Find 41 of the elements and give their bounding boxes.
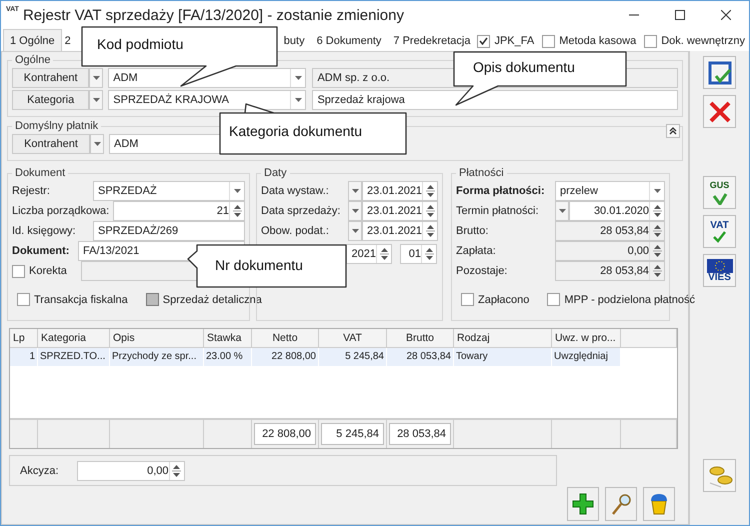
field-label: Pozostaje: (456, 265, 508, 277)
field-label: Data wystaw.: (261, 185, 330, 197)
group-title: Domyślny płatnik (14, 120, 100, 132)
checkbox-label: JPK_FA (494, 35, 534, 47)
field-label: Termin płatności: (456, 205, 540, 217)
checkbox-label: Transakcja fiskalna (34, 294, 128, 306)
total-field: 28 053,84 (389, 423, 451, 445)
checkbox-label: Zapłacono (478, 294, 530, 306)
field-label: Rejestr: (12, 185, 51, 197)
field-label: Obow. podat.: (261, 225, 330, 237)
callout-text: Opis dokumentu (473, 59, 575, 75)
field-label: Zapłata: (456, 245, 497, 257)
table-cell: Towary (454, 348, 552, 366)
checkbox-label: Sprzedaż detaliczna (162, 294, 262, 306)
group-title: Daty (263, 167, 288, 179)
field-label: Forma płatności: (456, 185, 546, 197)
callout-text: Kod podmiotu (97, 36, 184, 52)
table-cell: 22 808,00 (252, 348, 319, 366)
field-label: Liczba porządkowa: (12, 205, 110, 217)
total-field: 5 245,84 (321, 423, 384, 445)
field-label: Dokument: (12, 245, 70, 257)
group-title: Ogólne (14, 54, 52, 66)
checkbox-label: Dok. wewnętrzny (661, 35, 745, 47)
group-title: Dokument (14, 167, 66, 179)
table-cell: 5 245,84 (319, 348, 387, 366)
group-title: Płatności (458, 167, 505, 179)
checkbox-label: Korekta (29, 265, 67, 277)
total-field: 22 808,00 (254, 423, 316, 445)
table-cell: Uwzględniaj (552, 348, 621, 366)
field-label: Akcyza: (20, 464, 59, 476)
window-title: Rejestr VAT sprzedaży [FA/13/2020] - zostanie zmieniony (22, 6, 405, 24)
table-cell: Przychody ze spr... (110, 348, 204, 366)
field-label: Id. księgowy: (12, 225, 77, 237)
table-cell: 23.00 % (204, 348, 252, 366)
field-label: Brutto: (456, 225, 490, 237)
table-cell: 28 053,84 (387, 348, 454, 366)
table-cell: SPRZED.TO... (38, 348, 110, 366)
field-label: Data sprzedaży: (261, 205, 342, 217)
table-cell: 1 (10, 348, 38, 366)
checkbox-label: MPP - podzielona płatność (564, 294, 696, 306)
checkbox-label: Metoda kasowa (559, 35, 636, 47)
